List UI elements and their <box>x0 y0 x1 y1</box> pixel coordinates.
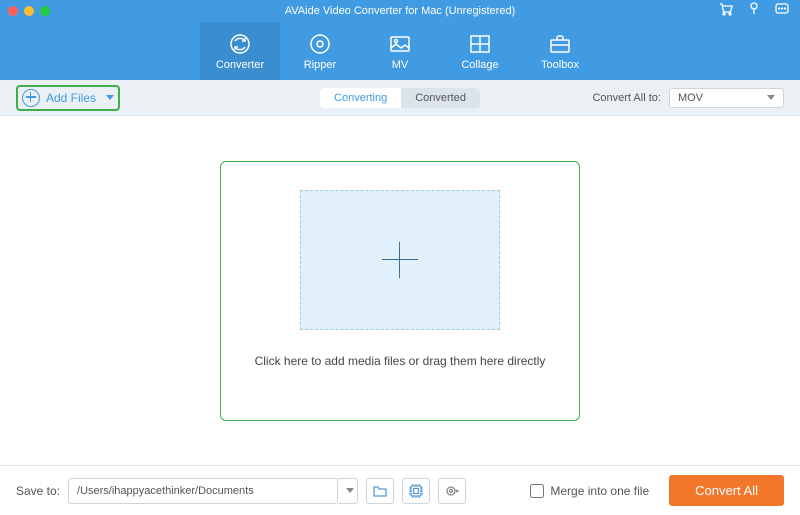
merge-label: Merge into one file <box>550 484 649 498</box>
menu-collage[interactable]: Collage <box>440 22 520 80</box>
menu-ripper-label: Ripper <box>304 59 336 71</box>
chevron-down-icon <box>767 95 775 100</box>
add-files-label: Add Files <box>46 91 96 105</box>
drop-instruction: Click here to add media files or drag th… <box>255 354 546 368</box>
output-format-value: MOV <box>678 92 703 104</box>
close-window[interactable] <box>8 6 18 16</box>
merge-checkbox-input[interactable] <box>530 484 544 498</box>
browse-folder-button[interactable] <box>366 478 394 504</box>
titlebar: AVAide Video Converter for Mac (Unregist… <box>0 0 800 22</box>
feedback-icon[interactable] <box>774 1 790 22</box>
window-title: AVAide Video Converter for Mac (Unregist… <box>285 5 516 17</box>
convert-all-to: Convert All to: MOV <box>592 88 784 108</box>
main-canvas: Click here to add media files or drag th… <box>0 116 800 465</box>
toolbar: Add Files Converting Converted Convert A… <box>0 80 800 116</box>
add-files-button[interactable]: Add Files <box>16 85 120 111</box>
footer: Save to: /Users/ihappyacethinker/Documen… <box>0 465 800 515</box>
menu-ripper[interactable]: Ripper <box>280 22 360 80</box>
menu-toolbox[interactable]: Toolbox <box>520 22 600 80</box>
main-menu: Converter Ripper MV Collage Toolbox <box>0 22 800 80</box>
convert-all-to-label: Convert All to: <box>592 92 660 104</box>
menu-mv-label: MV <box>392 59 409 71</box>
drop-zone[interactable]: Click here to add media files or drag th… <box>220 161 580 421</box>
save-path-dropdown[interactable] <box>338 478 358 504</box>
plus-icon <box>382 242 418 278</box>
tab-converted[interactable]: Converted <box>401 88 480 108</box>
help-icon[interactable] <box>746 1 762 22</box>
save-path-input[interactable]: /Users/ihappyacethinker/Documents <box>68 478 338 504</box>
chevron-down-icon <box>346 488 354 493</box>
gpu-accel-button[interactable] <box>402 478 430 504</box>
convert-all-button[interactable]: Convert All <box>669 475 784 506</box>
menu-converter[interactable]: Converter <box>200 22 280 80</box>
cart-icon[interactable] <box>718 1 734 22</box>
window-controls <box>8 6 50 16</box>
merge-checkbox[interactable]: Merge into one file <box>530 484 649 498</box>
settings-button[interactable] <box>438 478 466 504</box>
add-media-box[interactable] <box>300 190 500 330</box>
save-to-label: Save to: <box>16 484 60 498</box>
menu-mv[interactable]: MV <box>360 22 440 80</box>
status-tabs: Converting Converted <box>320 88 480 108</box>
menu-toolbox-label: Toolbox <box>541 59 579 71</box>
menu-collage-label: Collage <box>461 59 498 71</box>
header-icons <box>718 1 790 22</box>
maximize-window[interactable] <box>40 6 50 16</box>
output-format-select[interactable]: MOV <box>669 88 784 108</box>
tab-converting[interactable]: Converting <box>320 88 401 108</box>
plus-circle-icon <box>22 89 40 107</box>
menu-converter-label: Converter <box>216 59 264 71</box>
minimize-window[interactable] <box>24 6 34 16</box>
chevron-down-icon <box>106 95 114 100</box>
